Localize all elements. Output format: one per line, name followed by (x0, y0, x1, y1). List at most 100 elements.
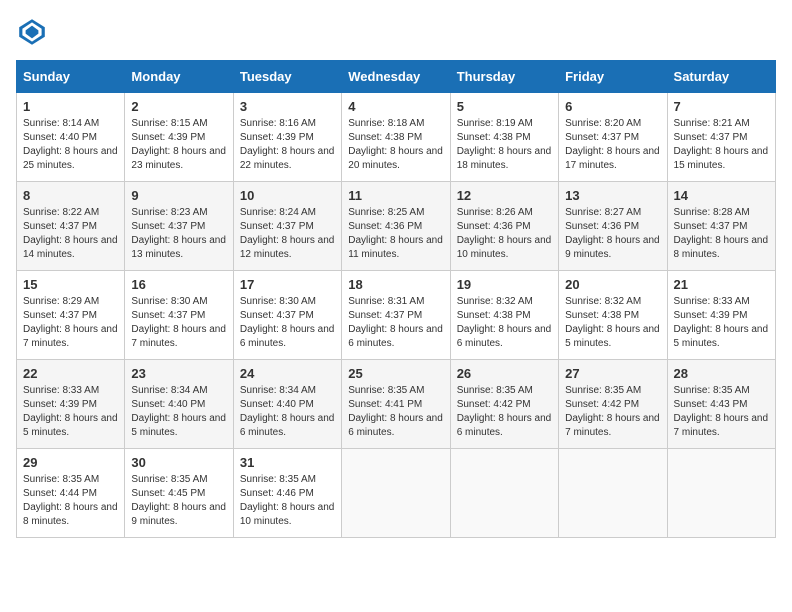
calendar-day: 22 Sunrise: 8:33 AM Sunset: 4:39 PM Dayl… (17, 360, 125, 449)
calendar-day: 21 Sunrise: 8:33 AM Sunset: 4:39 PM Dayl… (667, 271, 775, 360)
day-info: Sunrise: 8:23 AM Sunset: 4:37 PM Dayligh… (131, 206, 226, 262)
day-info: Sunrise: 8:18 AM Sunset: 4:38 PM Dayligh… (348, 117, 443, 173)
day-number: 27 (565, 366, 660, 381)
calendar-day: 16 Sunrise: 8:30 AM Sunset: 4:37 PM Dayl… (125, 271, 233, 360)
calendar-day: 7 Sunrise: 8:21 AM Sunset: 4:37 PM Dayli… (667, 93, 775, 182)
calendar-day: 18 Sunrise: 8:31 AM Sunset: 4:37 PM Dayl… (342, 271, 450, 360)
day-number: 21 (674, 277, 769, 292)
day-info: Sunrise: 8:27 AM Sunset: 4:36 PM Dayligh… (565, 206, 660, 262)
calendar-day: 2 Sunrise: 8:15 AM Sunset: 4:39 PM Dayli… (125, 93, 233, 182)
day-number: 30 (131, 455, 226, 470)
day-number: 17 (240, 277, 335, 292)
day-info: Sunrise: 8:31 AM Sunset: 4:37 PM Dayligh… (348, 295, 443, 351)
day-number: 15 (23, 277, 118, 292)
day-number: 23 (131, 366, 226, 381)
day-info: Sunrise: 8:28 AM Sunset: 4:37 PM Dayligh… (674, 206, 769, 262)
calendar-day: 26 Sunrise: 8:35 AM Sunset: 4:42 PM Dayl… (450, 360, 558, 449)
day-info: Sunrise: 8:35 AM Sunset: 4:44 PM Dayligh… (23, 473, 118, 529)
calendar-day: 13 Sunrise: 8:27 AM Sunset: 4:36 PM Dayl… (559, 182, 667, 271)
calendar-day: 12 Sunrise: 8:26 AM Sunset: 4:36 PM Dayl… (450, 182, 558, 271)
day-number: 25 (348, 366, 443, 381)
calendar-day: 25 Sunrise: 8:35 AM Sunset: 4:41 PM Dayl… (342, 360, 450, 449)
day-number: 13 (565, 188, 660, 203)
calendar-day: 6 Sunrise: 8:20 AM Sunset: 4:37 PM Dayli… (559, 93, 667, 182)
day-number: 1 (23, 99, 118, 114)
day-number: 6 (565, 99, 660, 114)
weekday-header: Thursday (450, 61, 558, 93)
day-number: 10 (240, 188, 335, 203)
day-number: 4 (348, 99, 443, 114)
day-info: Sunrise: 8:14 AM Sunset: 4:40 PM Dayligh… (23, 117, 118, 173)
day-info: Sunrise: 8:35 AM Sunset: 4:41 PM Dayligh… (348, 384, 443, 440)
day-info: Sunrise: 8:26 AM Sunset: 4:36 PM Dayligh… (457, 206, 552, 262)
day-number: 9 (131, 188, 226, 203)
day-number: 19 (457, 277, 552, 292)
day-info: Sunrise: 8:35 AM Sunset: 4:45 PM Dayligh… (131, 473, 226, 529)
day-number: 29 (23, 455, 118, 470)
day-number: 22 (23, 366, 118, 381)
day-number: 24 (240, 366, 335, 381)
day-info: Sunrise: 8:35 AM Sunset: 4:42 PM Dayligh… (565, 384, 660, 440)
day-number: 11 (348, 188, 443, 203)
calendar-day: 23 Sunrise: 8:34 AM Sunset: 4:40 PM Dayl… (125, 360, 233, 449)
day-info: Sunrise: 8:33 AM Sunset: 4:39 PM Dayligh… (23, 384, 118, 440)
calendar-day: 19 Sunrise: 8:32 AM Sunset: 4:38 PM Dayl… (450, 271, 558, 360)
logo-icon (16, 16, 48, 48)
calendar-day: 27 Sunrise: 8:35 AM Sunset: 4:42 PM Dayl… (559, 360, 667, 449)
calendar-day: 15 Sunrise: 8:29 AM Sunset: 4:37 PM Dayl… (17, 271, 125, 360)
calendar-day (342, 449, 450, 538)
day-number: 14 (674, 188, 769, 203)
day-number: 26 (457, 366, 552, 381)
weekday-header: Tuesday (233, 61, 341, 93)
calendar-day: 29 Sunrise: 8:35 AM Sunset: 4:44 PM Dayl… (17, 449, 125, 538)
calendar-day (450, 449, 558, 538)
day-info: Sunrise: 8:32 AM Sunset: 4:38 PM Dayligh… (457, 295, 552, 351)
calendar-day: 11 Sunrise: 8:25 AM Sunset: 4:36 PM Dayl… (342, 182, 450, 271)
day-number: 7 (674, 99, 769, 114)
calendar-table: SundayMondayTuesdayWednesdayThursdayFrid… (16, 60, 776, 538)
day-number: 28 (674, 366, 769, 381)
calendar-day: 8 Sunrise: 8:22 AM Sunset: 4:37 PM Dayli… (17, 182, 125, 271)
page-header (16, 16, 776, 48)
day-number: 31 (240, 455, 335, 470)
calendar-day: 31 Sunrise: 8:35 AM Sunset: 4:46 PM Dayl… (233, 449, 341, 538)
calendar-day: 30 Sunrise: 8:35 AM Sunset: 4:45 PM Dayl… (125, 449, 233, 538)
calendar-week: 1 Sunrise: 8:14 AM Sunset: 4:40 PM Dayli… (17, 93, 776, 182)
calendar-day: 28 Sunrise: 8:35 AM Sunset: 4:43 PM Dayl… (667, 360, 775, 449)
calendar-week: 8 Sunrise: 8:22 AM Sunset: 4:37 PM Dayli… (17, 182, 776, 271)
day-number: 12 (457, 188, 552, 203)
weekday-header: Monday (125, 61, 233, 93)
day-number: 5 (457, 99, 552, 114)
calendar-day (667, 449, 775, 538)
day-info: Sunrise: 8:16 AM Sunset: 4:39 PM Dayligh… (240, 117, 335, 173)
day-info: Sunrise: 8:33 AM Sunset: 4:39 PM Dayligh… (674, 295, 769, 351)
day-info: Sunrise: 8:32 AM Sunset: 4:38 PM Dayligh… (565, 295, 660, 351)
calendar-day: 9 Sunrise: 8:23 AM Sunset: 4:37 PM Dayli… (125, 182, 233, 271)
calendar-header: SundayMondayTuesdayWednesdayThursdayFrid… (17, 61, 776, 93)
calendar-day: 24 Sunrise: 8:34 AM Sunset: 4:40 PM Dayl… (233, 360, 341, 449)
day-info: Sunrise: 8:35 AM Sunset: 4:42 PM Dayligh… (457, 384, 552, 440)
day-number: 3 (240, 99, 335, 114)
calendar-day: 3 Sunrise: 8:16 AM Sunset: 4:39 PM Dayli… (233, 93, 341, 182)
day-info: Sunrise: 8:35 AM Sunset: 4:46 PM Dayligh… (240, 473, 335, 529)
calendar-day: 14 Sunrise: 8:28 AM Sunset: 4:37 PM Dayl… (667, 182, 775, 271)
calendar-day: 17 Sunrise: 8:30 AM Sunset: 4:37 PM Dayl… (233, 271, 341, 360)
weekday-header: Friday (559, 61, 667, 93)
day-info: Sunrise: 8:30 AM Sunset: 4:37 PM Dayligh… (131, 295, 226, 351)
calendar-week: 22 Sunrise: 8:33 AM Sunset: 4:39 PM Dayl… (17, 360, 776, 449)
day-info: Sunrise: 8:30 AM Sunset: 4:37 PM Dayligh… (240, 295, 335, 351)
logo (16, 16, 52, 48)
day-info: Sunrise: 8:22 AM Sunset: 4:37 PM Dayligh… (23, 206, 118, 262)
day-info: Sunrise: 8:15 AM Sunset: 4:39 PM Dayligh… (131, 117, 226, 173)
day-info: Sunrise: 8:25 AM Sunset: 4:36 PM Dayligh… (348, 206, 443, 262)
day-info: Sunrise: 8:24 AM Sunset: 4:37 PM Dayligh… (240, 206, 335, 262)
day-info: Sunrise: 8:34 AM Sunset: 4:40 PM Dayligh… (131, 384, 226, 440)
day-info: Sunrise: 8:21 AM Sunset: 4:37 PM Dayligh… (674, 117, 769, 173)
day-number: 2 (131, 99, 226, 114)
calendar-day: 10 Sunrise: 8:24 AM Sunset: 4:37 PM Dayl… (233, 182, 341, 271)
day-number: 20 (565, 277, 660, 292)
calendar-day: 5 Sunrise: 8:19 AM Sunset: 4:38 PM Dayli… (450, 93, 558, 182)
day-info: Sunrise: 8:35 AM Sunset: 4:43 PM Dayligh… (674, 384, 769, 440)
weekday-header: Sunday (17, 61, 125, 93)
day-info: Sunrise: 8:29 AM Sunset: 4:37 PM Dayligh… (23, 295, 118, 351)
